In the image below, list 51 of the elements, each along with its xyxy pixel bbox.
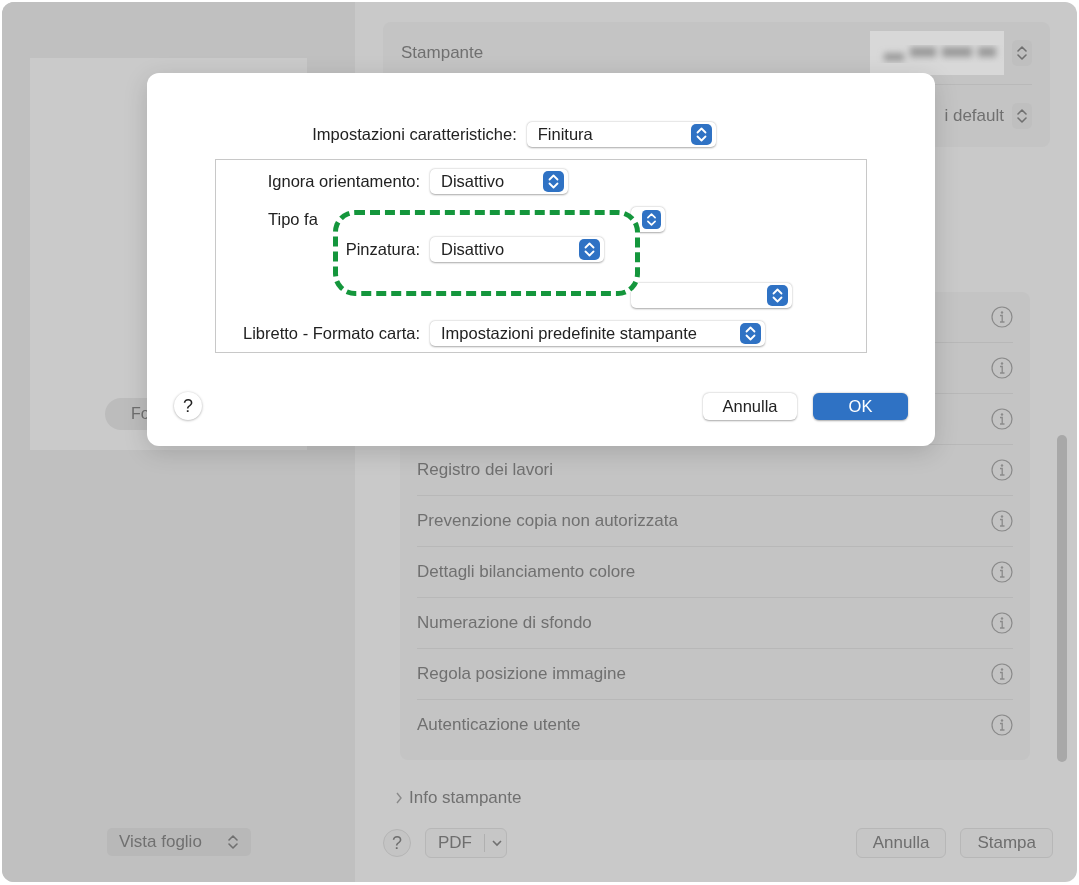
cancel-button[interactable]: Annulla [855, 828, 947, 858]
info-icon[interactable] [991, 663, 1013, 685]
info-icon[interactable] [991, 306, 1013, 328]
presets-value: i default [944, 106, 1004, 126]
info-icon[interactable] [991, 612, 1013, 634]
chevron-icon[interactable] [395, 792, 403, 804]
feature-select[interactable]: Finitura [526, 122, 716, 147]
option-label[interactable]: Dettagli bilanciamento colore [417, 562, 636, 582]
stepper-icon [227, 833, 239, 851]
help-button[interactable]: ? [174, 392, 202, 420]
setting-label: Ignora orientamento: [267, 171, 420, 191]
option-label[interactable]: Numerazione di sfondo [417, 613, 592, 633]
setting-select[interactable] [631, 206, 665, 232]
stepper-icon [767, 284, 788, 306]
section-label[interactable]: Info stampante [409, 788, 522, 808]
info-icon[interactable] [991, 561, 1013, 583]
setting-select[interactable]: Disattivo [430, 168, 568, 194]
printer-label: Stampante [401, 43, 484, 63]
help-button[interactable]: ? [383, 829, 411, 857]
cancel-button[interactable]: Annulla [703, 392, 797, 420]
printer-select[interactable] [1012, 40, 1032, 66]
stepper-icon [579, 238, 600, 260]
setting-label: Pinzatura: [345, 239, 420, 259]
view-select[interactable]: Vista foglio [107, 828, 251, 856]
setting-label: Tipo fa [268, 209, 318, 228]
ok-button[interactable]: OK [813, 392, 908, 420]
pdf-button[interactable]: PDF [425, 828, 507, 858]
scrollbar-thumb[interactable] [1057, 435, 1067, 762]
setting-select[interactable]: Disattivo [430, 236, 604, 262]
stepper-icon [1016, 107, 1028, 125]
info-icon[interactable] [991, 714, 1013, 736]
setting-select[interactable] [631, 282, 792, 308]
stepper-icon [740, 322, 761, 344]
info-icon[interactable] [991, 510, 1013, 532]
presets-select[interactable] [1012, 103, 1032, 129]
feature-label: Impostazioni caratteristiche: [312, 125, 517, 144]
chevron-down-icon[interactable] [491, 839, 503, 847]
option-label[interactable]: Prevenzione copia non autorizzata [417, 511, 678, 531]
setting-select[interactable]: Impostazioni predefinite stampante [430, 320, 765, 346]
info-icon[interactable] [991, 357, 1013, 379]
stepper-icon [543, 170, 564, 192]
setting-label: Libretto - Formato carta: [243, 323, 420, 343]
stepper-icon [690, 124, 712, 145]
stepper-icon [642, 208, 661, 230]
option-label[interactable]: Regola posizione immagine [417, 664, 626, 684]
info-icon[interactable] [991, 408, 1013, 430]
info-icon[interactable] [991, 459, 1013, 481]
option-label[interactable]: Autenticazione utente [417, 715, 581, 735]
option-label[interactable]: Registro dei lavori [417, 460, 554, 480]
print-button[interactable]: Stampa [960, 828, 1053, 858]
stepper-icon [1016, 44, 1028, 62]
